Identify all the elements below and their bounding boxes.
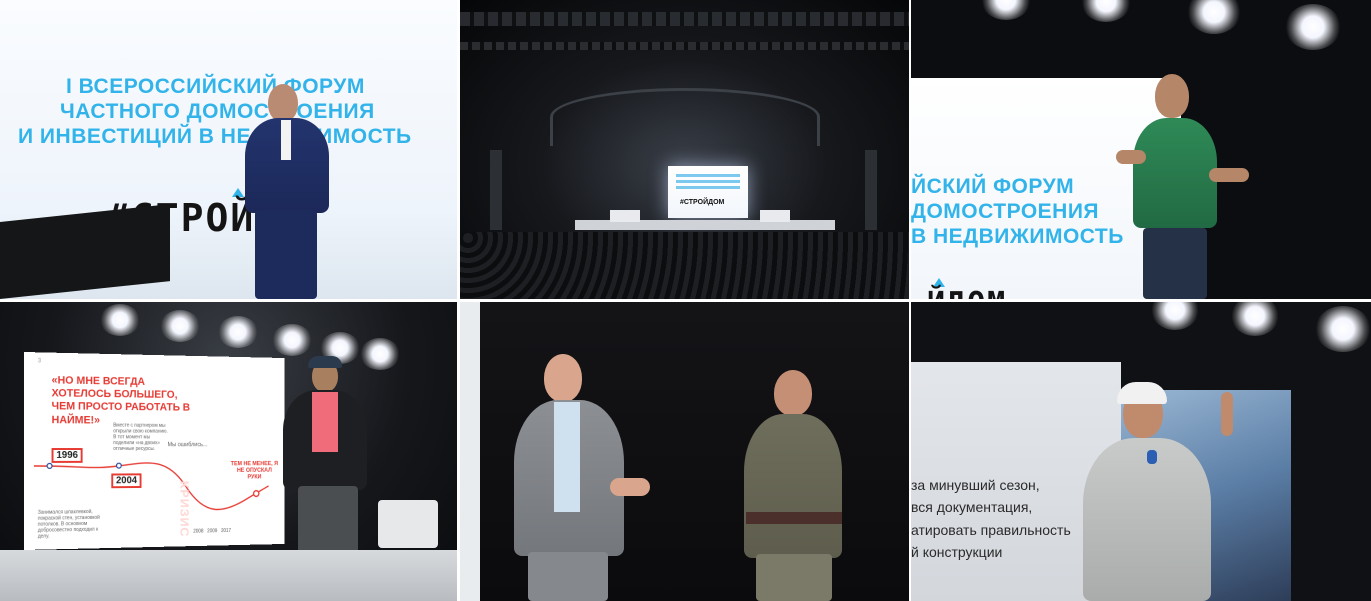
photo-speaker-slide: 3 «НО МНЕ ВСЕГДА ХОТЕЛОСЬ БОЛЬШЕГО, ЧЕМ … [0,302,457,601]
stage-light [272,324,312,356]
stage-light [100,304,140,336]
stage-light [981,0,1031,20]
photo-speaker-blue-suit: I ВСЕРОССИЙСКИЙ ФОРУМ ЧАСТНОГО ДОМОСТРОЕ… [0,0,457,299]
stage-light [1231,302,1279,336]
stage-light [1315,306,1371,352]
slide-note-left: Занимался шпаклевкой, покраской стен, ус… [37,509,100,540]
forum-title-line3: В НЕДВИЖИМОСТЬ [911,225,1124,248]
stage-light [1187,0,1241,34]
stage-light [1081,0,1131,22]
forum-title-line1: ЙСКИЙ ФОРУМ [911,175,1075,198]
stage-sofa-left [610,210,640,222]
slide-years-bottom: 2008 2009 2017 [193,528,232,535]
stage-light [160,310,200,342]
balcony-arch [550,88,820,146]
photo-hall-overview: #СТРОЙДОМ [460,0,909,299]
photo-speaker-green-shirt: ЙСКИЙ ФОРУМ ДОМОСТРОЕНИЯ В НЕДВИЖИМОСТЬ … [911,0,1371,299]
screen-logo: #СТРОЙДОМ [680,199,725,206]
photo-two-speakers [460,302,909,601]
slide-number: 3 [37,358,42,365]
stage-light [1285,4,1341,50]
screen-season-text: за минувший сезон, вся документация, ати… [911,477,1071,561]
stage-light [1151,302,1199,330]
lighting-truss [460,12,909,26]
forum-title-line2: ЧАСТНОГО ДОМОСТРОЕНИЯ [60,100,375,123]
microphone-icon [1147,450,1157,464]
column-left [490,150,502,230]
stage-sofa-right [760,210,790,222]
lighting-truss-2 [460,42,909,50]
forum-title-line2: ДОМОСТРОЕНИЯ [911,200,1100,223]
stage-armchair [378,500,438,548]
photo-collage: I ВСЕРОССИЙСКИЙ ФОРУМ ЧАСТНОГО ДОМОСТРОЕ… [0,0,1371,601]
photo-speaker-white-cap: за минувший сезон, вся документация, ати… [911,302,1371,601]
slide-red-text: ТЕМ НЕ МЕНЕЕ, Я НЕ ОПУСКАЛ РУКИ [230,461,278,481]
forum-title-line3: И ИНВЕСТИЦИЙ В НЕДВИЖИМОСТЬ [18,125,412,148]
stage-light [218,316,258,348]
audience [460,232,909,299]
presentation-slide: 3 «НО МНЕ ВСЕГДА ХОТЕЛОСЬ БОЛЬШЕГО, ЧЕМ … [24,352,285,550]
column-right [865,150,877,230]
stage-light [360,338,400,370]
stage-screen: #СТРОЙДОМ [668,166,748,218]
stage-floor [0,550,457,601]
slide-crisis: КРИЗИС [177,480,192,538]
forum-title-line1: I ВСЕРОССИЙСКИЙ ФОРУМ [66,75,365,98]
slide-quote: «НО МНЕ ВСЕГДА ХОТЕЛОСЬ БОЛЬШЕГО, ЧЕМ ПР… [51,374,191,427]
stage-monitor [0,204,170,299]
screen-edge [460,302,480,601]
stroydom-logo: ЙДОМ [927,286,1007,299]
